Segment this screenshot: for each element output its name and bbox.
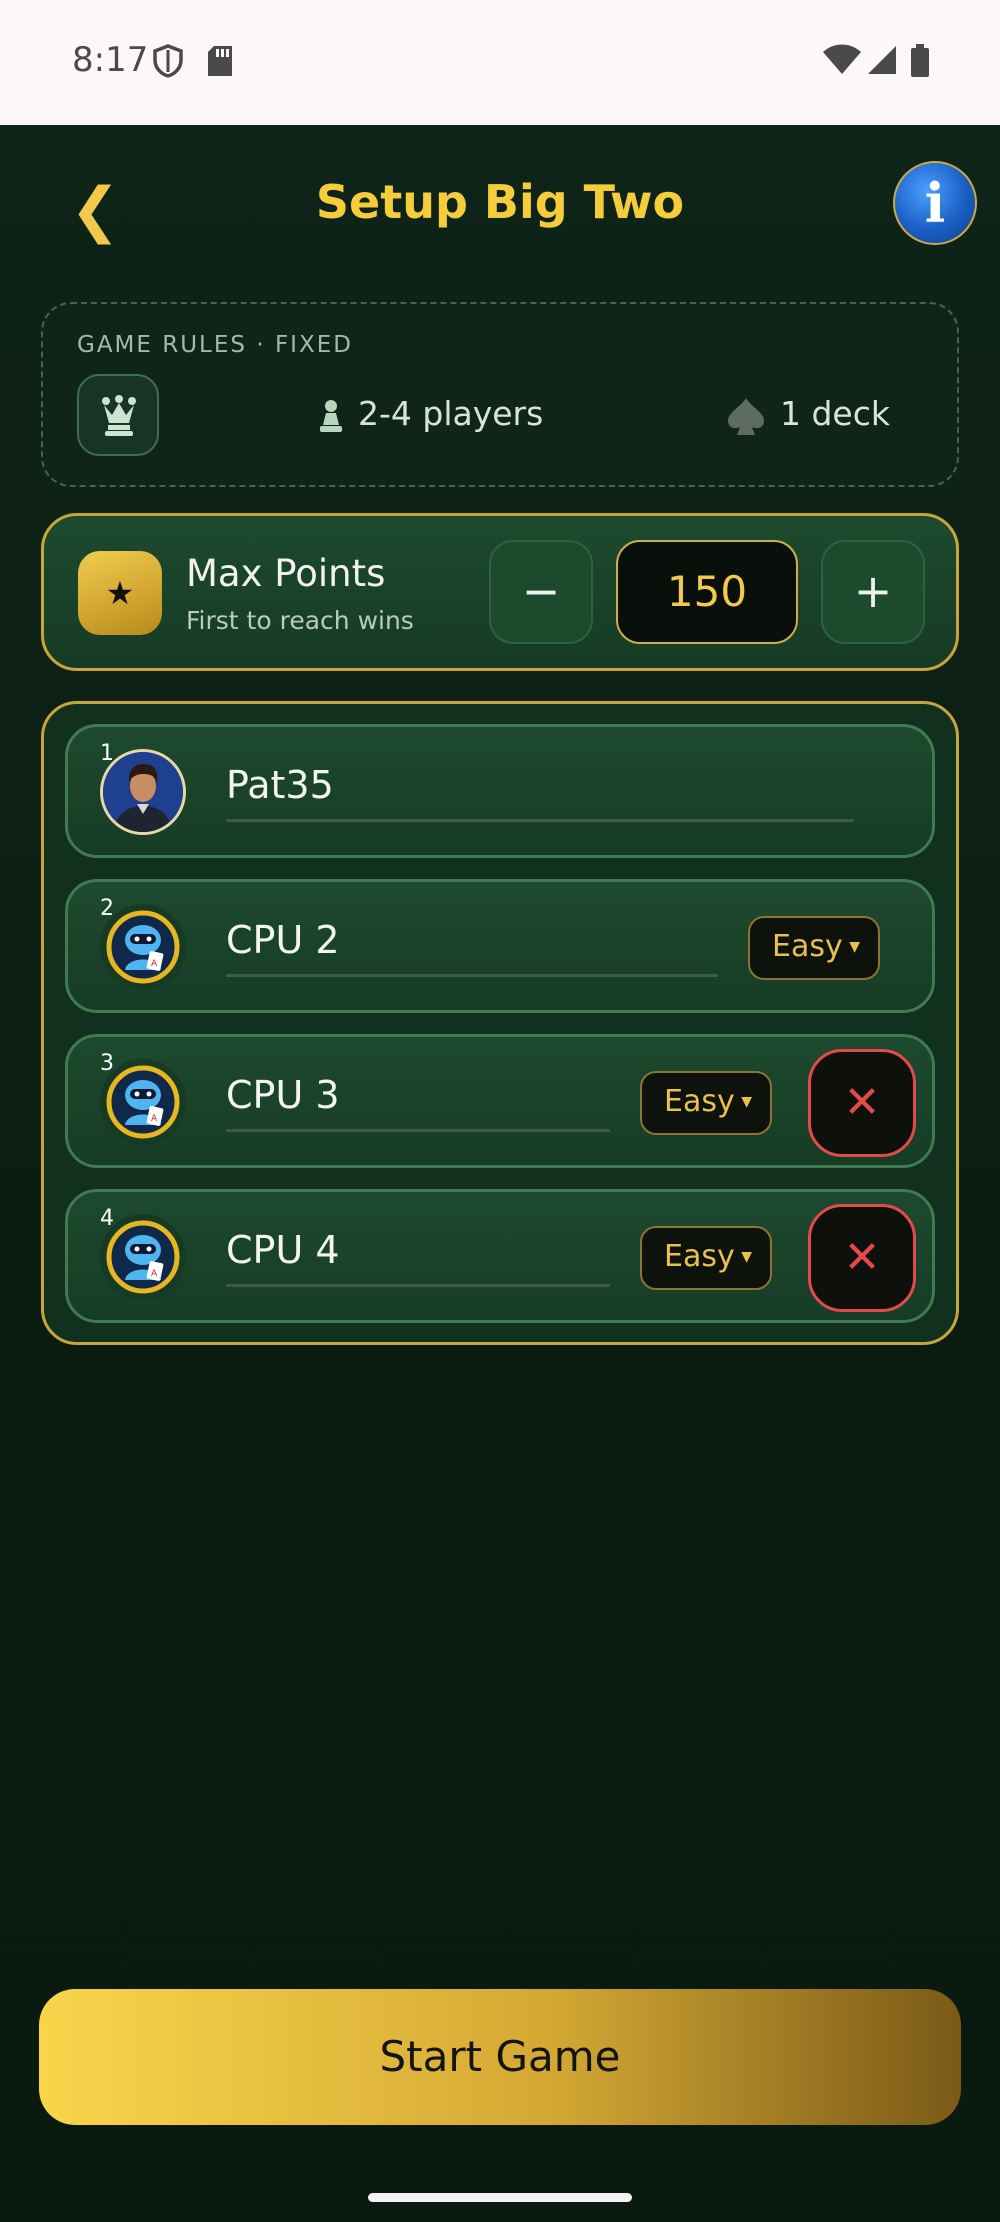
max-points-title: Max Points xyxy=(186,552,386,595)
increase-points-button[interactable]: + xyxy=(821,540,925,644)
caret-down-icon: ▼ xyxy=(741,1094,752,1110)
user-avatar-icon xyxy=(103,752,183,832)
name-underline xyxy=(226,1284,610,1287)
robot-avatar-icon: A xyxy=(106,1065,180,1139)
remove-player-button[interactable]: ✕ xyxy=(808,1049,916,1157)
player-row: 1 Pat35 xyxy=(65,724,935,858)
spade-icon xyxy=(728,397,764,435)
player-row: 3 A CPU 3 Easy ▼ ✕ xyxy=(65,1034,935,1168)
player-name-input[interactable]: CPU 4 xyxy=(226,1228,340,1272)
player-avatar: A xyxy=(100,1214,186,1300)
caret-down-icon: ▼ xyxy=(849,939,860,955)
deck-rule: 1 deck xyxy=(726,394,890,436)
pawn-icon xyxy=(320,399,342,432)
difficulty-value: Easy xyxy=(664,1239,735,1274)
signal-icon xyxy=(868,46,896,74)
wifi-icon xyxy=(823,44,861,74)
max-points-card: ★ Max Points First to reach wins − 150 + xyxy=(41,513,959,671)
caret-down-icon: ▼ xyxy=(741,1249,752,1265)
name-underline xyxy=(226,819,854,822)
difficulty-dropdown[interactable]: Easy ▼ xyxy=(748,916,880,980)
game-rules-card: GAME RULES · FIXED 2-4 players 1 deck xyxy=(41,302,959,487)
difficulty-dropdown[interactable]: Easy ▼ xyxy=(640,1071,772,1135)
difficulty-value: Easy xyxy=(664,1084,735,1119)
start-game-button[interactable]: Start Game xyxy=(39,1989,961,2125)
max-points-value[interactable]: 150 xyxy=(616,540,798,644)
page-title: Setup Big Two xyxy=(315,175,685,229)
decrease-points-button[interactable]: − xyxy=(489,540,593,644)
crown-chess-icon xyxy=(102,395,136,436)
name-underline xyxy=(226,974,718,977)
setup-screen: ❮ Setup Big Two i GAME RULES · FIXED 2-4… xyxy=(0,125,1000,2222)
svg-text:A: A xyxy=(151,959,158,969)
player-row: 4 A CPU 4 Easy ▼ ✕ xyxy=(65,1189,935,1323)
status-bar: 8:17 xyxy=(0,0,1000,125)
players-rule-text: 2-4 players xyxy=(358,394,544,433)
svg-text:A: A xyxy=(151,1114,158,1124)
max-points-subtitle: First to reach wins xyxy=(186,606,414,635)
player-name-input[interactable]: CPU 3 xyxy=(226,1073,340,1117)
svg-text:A: A xyxy=(151,1269,158,1279)
player-avatar: A xyxy=(100,1059,186,1145)
rules-heading: GAME RULES · FIXED xyxy=(77,332,353,358)
player-name-input[interactable]: CPU 2 xyxy=(226,918,340,962)
player-row: 2 A CPU 2 Easy ▼ xyxy=(65,879,935,1013)
close-icon: ✕ xyxy=(843,1232,881,1283)
info-button[interactable]: i xyxy=(893,161,977,245)
remove-player-button[interactable]: ✕ xyxy=(808,1204,916,1312)
rules-icon-box xyxy=(77,374,159,456)
players-list: 1 Pat35 2 A CPU 2 Easy ▼ 3 A CPU 3 Easy … xyxy=(41,701,959,1345)
sd-card-icon xyxy=(208,46,232,76)
battery-icon xyxy=(911,44,929,77)
robot-avatar-icon: A xyxy=(106,910,180,984)
shield-icon xyxy=(153,44,183,78)
player-avatar xyxy=(100,749,186,835)
difficulty-dropdown[interactable]: Easy ▼ xyxy=(640,1226,772,1290)
close-icon: ✕ xyxy=(843,1077,881,1128)
star-icon: ★ xyxy=(78,551,162,635)
player-avatar: A xyxy=(100,904,186,990)
info-icon: i xyxy=(924,171,946,235)
player-name-input[interactable]: Pat35 xyxy=(226,763,334,807)
robot-avatar-icon: A xyxy=(106,1220,180,1294)
players-rule: 2-4 players xyxy=(318,394,543,433)
deck-rule-text: 1 deck xyxy=(780,394,890,433)
name-underline xyxy=(226,1129,610,1132)
status-time: 8:17 xyxy=(72,40,149,80)
home-indicator[interactable] xyxy=(368,2193,632,2202)
difficulty-value: Easy xyxy=(772,929,843,964)
